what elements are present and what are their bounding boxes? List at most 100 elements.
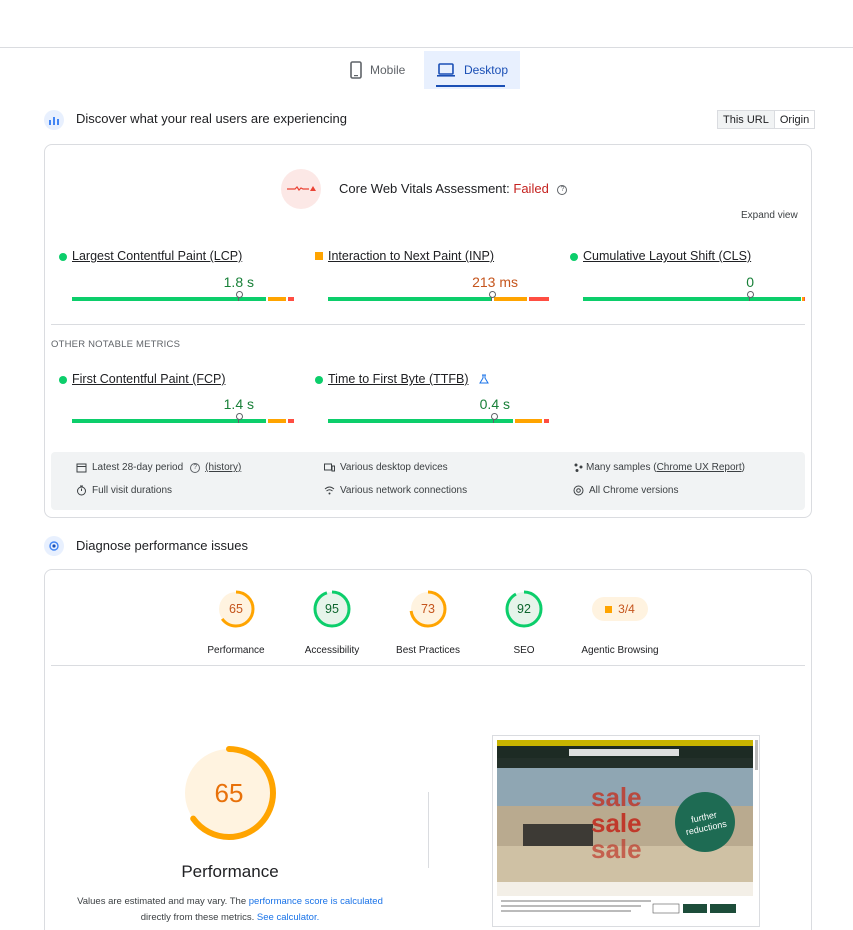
see-calculator-link[interactable]: See calculator. (257, 912, 319, 923)
tab-mobile[interactable]: Mobile (338, 51, 417, 89)
info-durations: Full visit durations (76, 485, 172, 496)
phone-icon (350, 61, 362, 79)
this-url-button[interactable]: This URL (718, 111, 775, 128)
cwv-assessment: Core Web Vitals Assessment: Failed ? (339, 181, 568, 196)
metric-ttfb-value: 0.4 s (479, 396, 510, 412)
origin-button[interactable]: Origin (775, 111, 814, 128)
metric-lcp-name[interactable]: Largest Contentful Paint (LCP) (72, 249, 242, 263)
metric-fcp-marker (236, 413, 243, 423)
score-label: SEO (513, 645, 535, 656)
performance-big-label: Performance (181, 862, 279, 881)
info-durations-label: Full visit durations (92, 485, 173, 496)
cwv-failed-badge (281, 169, 321, 209)
good-status-dot (570, 253, 578, 261)
metric-ttfb-marker (491, 413, 498, 423)
metric-inp-distribution (328, 297, 549, 301)
score-value: 95 (325, 602, 339, 616)
metric-lcp-distribution (72, 297, 294, 301)
score-value: 3/4 (618, 602, 635, 616)
field-data-info (51, 452, 805, 510)
info-network-label: Various network connections (340, 485, 468, 496)
score-gauge-performance[interactable]: 65 Performance (196, 589, 276, 656)
page-screenshot: sale sale sale further reductions (492, 735, 760, 927)
flask-icon (479, 374, 489, 384)
laptop-icon (436, 63, 455, 77)
pulse-icon (287, 186, 316, 191)
metric-fcp-name[interactable]: First Contentful Paint (FCP) (72, 372, 226, 386)
info-devices-label: Various desktop devices (340, 462, 448, 473)
agentic-square-icon (605, 605, 613, 613)
score-gauge-best-practices[interactable]: 73 Best Practices (388, 589, 468, 656)
lab-section-title: Diagnose performance issues (76, 538, 248, 553)
vertical-divider (428, 792, 429, 868)
info-period-label: Latest 28-day period (92, 462, 184, 473)
score-gauge-agentic-browsing[interactable]: 3/4 Agentic Browsing (580, 589, 660, 656)
diagnose-icon (44, 536, 64, 556)
info-samples-suffix: ) (741, 462, 745, 473)
scores-divider (51, 665, 805, 666)
score-note-text-1: Values are estimated and may vary. The (77, 896, 249, 907)
score-label: Accessibility (304, 645, 360, 656)
help-icon[interactable]: ? (557, 184, 568, 195)
sale-text: sale (591, 834, 642, 864)
calendar-icon (76, 463, 87, 473)
info-samples: Many samples (Chrome UX Report) (573, 462, 745, 473)
score-label: Performance (207, 645, 265, 656)
good-status-dot (59, 253, 67, 261)
metric-cls-marker (747, 291, 754, 301)
score-value: 73 (421, 602, 435, 616)
other-metrics-label: OTHER NOTABLE METRICS (51, 339, 181, 350)
score-value: 92 (517, 602, 531, 616)
tab-desktop[interactable]: Desktop (424, 51, 520, 89)
info-versions: All Chrome versions (573, 485, 678, 496)
timer-icon (77, 485, 86, 496)
metric-inp-name[interactable]: Interaction to Next Paint (INP) (328, 249, 494, 263)
tab-desktop-label: Desktop (463, 63, 508, 77)
chrome-ux-report-link[interactable]: Chrome UX Report (657, 462, 742, 473)
metric-cls-name[interactable]: Cumulative Layout Shift (CLS) (583, 249, 751, 263)
score-label: Best Practices (396, 645, 460, 656)
expand-view-link[interactable]: Expand view (741, 210, 798, 221)
tab-mobile-label: Mobile (370, 63, 406, 77)
metric-cls-value: 0 (746, 274, 754, 290)
info-period: Latest 28-day period ? (history) (76, 462, 241, 473)
score-gauge-accessibility[interactable]: 95 Accessibility (292, 589, 372, 656)
score-calculation-link[interactable]: performance score is calculated (249, 896, 383, 907)
performance-big-score: 65 (214, 778, 244, 808)
people-icon (574, 463, 583, 472)
metric-lcp-value: 1.8 s (223, 274, 254, 290)
metric-ttfb-name[interactable]: Time to First Byte (TTFB) (328, 372, 469, 386)
tab-active-indicator (436, 85, 505, 87)
info-samples-prefix: Many samples ( (586, 462, 657, 473)
needs-improvement-square (315, 252, 323, 260)
users-chart-icon (44, 110, 64, 130)
metric-cls-distribution (583, 297, 805, 301)
metric-inp-marker (489, 291, 496, 301)
metric-ttfb-distribution (328, 419, 549, 423)
metrics-divider (51, 324, 805, 325)
top-divider (0, 47, 853, 48)
info-network: Various network connections (324, 485, 467, 496)
metric-inp-value: 213 ms (472, 274, 518, 290)
cwv-assessment-status: Failed (513, 181, 549, 196)
score-note-text-2: directly from these metrics. (140, 912, 257, 923)
info-devices: Various desktop devices (324, 462, 448, 473)
score-note: Values are estimated and may vary. The p… (60, 894, 400, 926)
chrome-icon (573, 485, 584, 496)
metric-fcp-value: 1.4 s (223, 396, 254, 412)
score-gauge-seo[interactable]: 92 SEO (484, 589, 564, 656)
help-icon[interactable]: ? (190, 462, 201, 473)
good-status-dot (59, 376, 67, 384)
url-origin-toggle: This URL Origin (717, 110, 816, 129)
info-versions-label: All Chrome versions (589, 485, 679, 496)
score-label: Agentic Browsing (581, 645, 659, 656)
devices-icon (324, 463, 335, 472)
wifi-icon (324, 486, 335, 495)
metric-fcp-distribution (72, 419, 294, 423)
cwv-assessment-label: Core Web Vitals Assessment: (339, 181, 510, 196)
score-value: 65 (229, 602, 243, 616)
metric-lcp-marker (236, 291, 243, 301)
good-status-dot (315, 376, 323, 384)
history-link[interactable]: (history) (205, 462, 241, 473)
field-section-title: Discover what your real users are experi… (76, 111, 347, 126)
